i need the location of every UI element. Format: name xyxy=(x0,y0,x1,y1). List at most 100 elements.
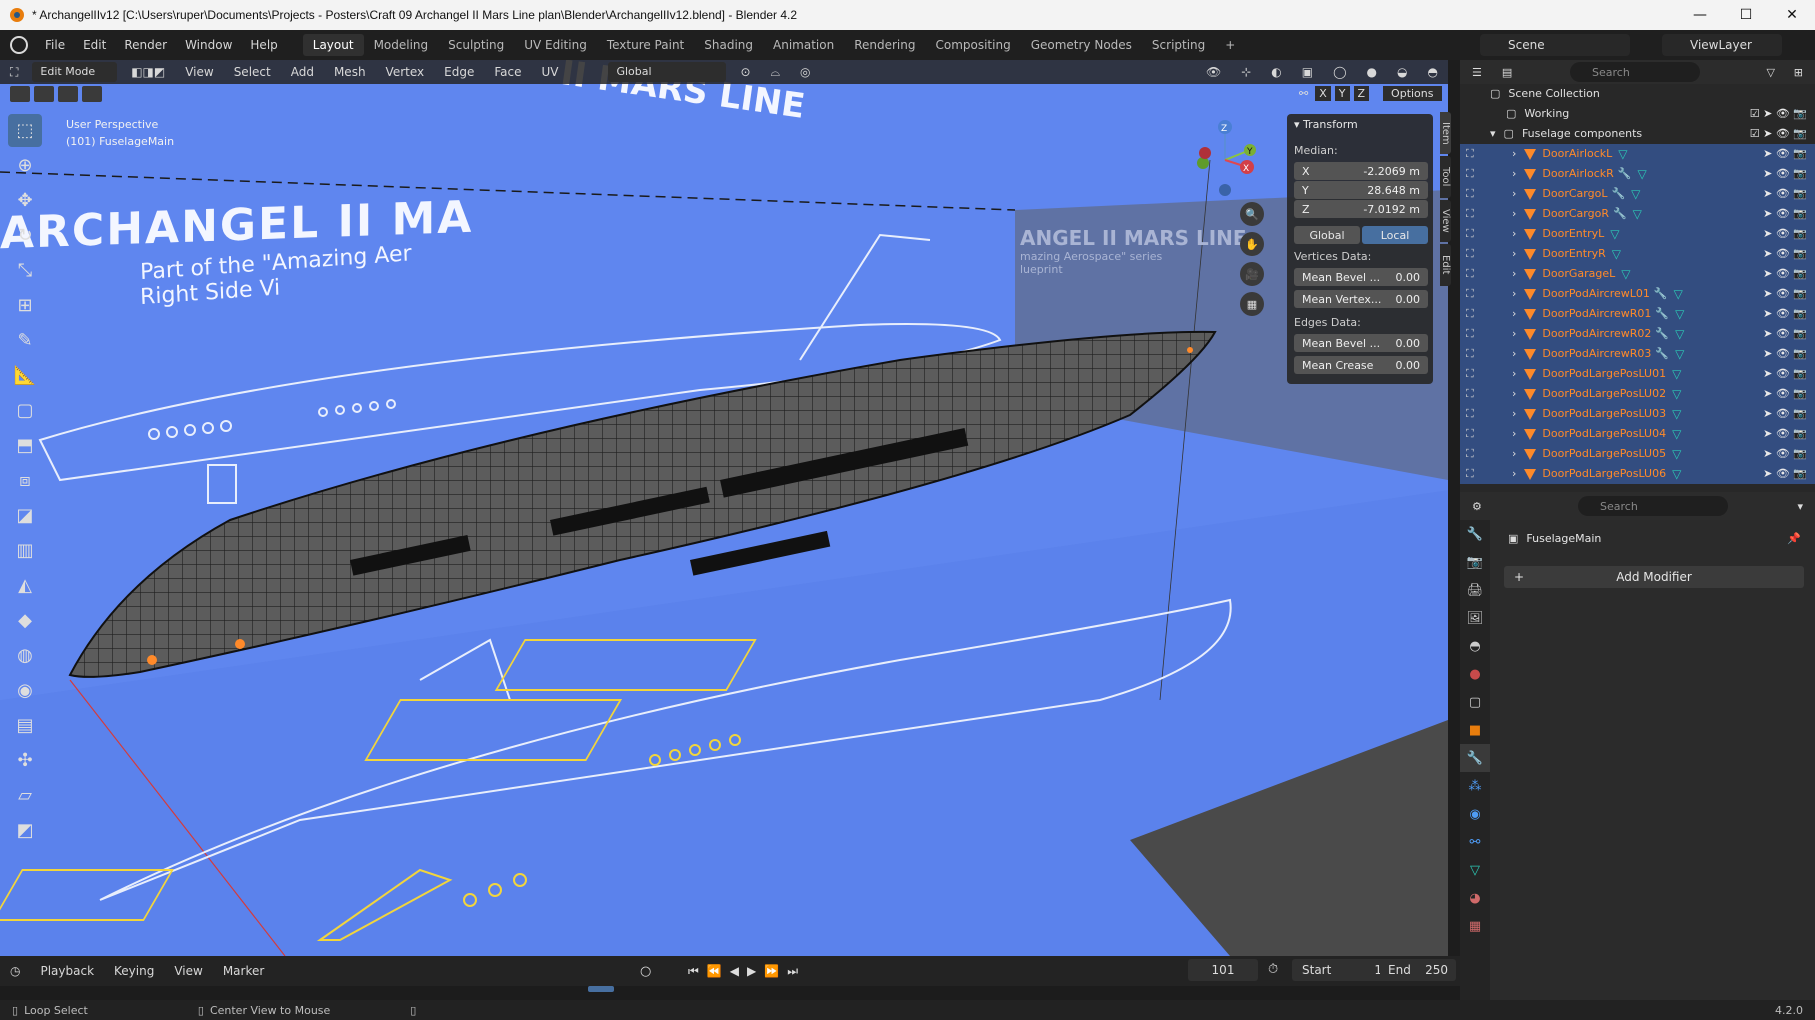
mesh-data-badge-icon[interactable]: ▽ xyxy=(1674,284,1683,304)
orientation-dropdown[interactable]: Global xyxy=(608,62,727,82)
axis-y-toggle[interactable]: Y xyxy=(1334,86,1350,101)
modifier-wrench-icon[interactable]: 🔧 xyxy=(1654,284,1668,304)
expand-arrow-icon[interactable]: ▾ xyxy=(1490,124,1496,144)
expand-arrow-icon[interactable]: › xyxy=(1512,424,1516,444)
object-toggles[interactable]: ➤ 👁 📷 xyxy=(1763,204,1807,224)
camera-icon[interactable]: 🎥 xyxy=(1240,262,1264,286)
expand-arrow-icon[interactable]: › xyxy=(1512,244,1516,264)
outliner-object-row[interactable]: ⛶ › DoorPodAircrewR01 🔧 ▽ ➤ 👁 📷 xyxy=(1460,304,1815,324)
mesh-data-badge-icon[interactable]: ▽ xyxy=(1675,304,1684,324)
outliner-object-row[interactable]: ⛶ › DoorPodAircrewR03 🔧 ▽ ➤ 👁 📷 xyxy=(1460,344,1815,364)
expand-arrow-icon[interactable]: › xyxy=(1512,164,1516,184)
menu-edit[interactable]: Edit xyxy=(74,34,115,56)
timeline-ruler[interactable] xyxy=(0,986,1460,1000)
outliner-object-row[interactable]: ⛶ › DoorAirlockL ▽ ➤ 👁 📷 xyxy=(1460,144,1815,164)
play-reverse-icon[interactable]: ◀ xyxy=(730,964,739,979)
object-toggles[interactable]: ➤ 👁 📷 xyxy=(1763,344,1807,364)
loop-cut-tool-icon[interactable]: ▥ xyxy=(8,534,42,567)
object-tab-icon[interactable]: ■ xyxy=(1460,716,1490,744)
outliner-object-row[interactable]: ⛶ › DoorEntryR ▽ ➤ 👁 📷 xyxy=(1460,244,1815,264)
mesh-data-badge-icon[interactable]: ▽ xyxy=(1672,404,1681,424)
object-select-icon[interactable]: ⛶ xyxy=(1466,224,1474,244)
poly-build-tool-icon[interactable]: ◆ xyxy=(8,604,42,637)
properties-search[interactable]: Search xyxy=(1578,496,1728,516)
timeline-view-menu[interactable]: View xyxy=(164,964,212,978)
collection-row-working[interactable]: ▢ Working ☑ ➤ 👁 📷 xyxy=(1460,104,1815,124)
filter-icon[interactable]: ▽ xyxy=(1767,66,1775,79)
collection-toggles[interactable]: ☑ ➤ 👁 📷 xyxy=(1750,124,1807,144)
scene-collection-row[interactable]: ▢ Scene Collection xyxy=(1460,84,1815,104)
vp-menu-mesh[interactable]: Mesh xyxy=(324,62,376,82)
display-mode-icon[interactable]: ▤ xyxy=(1502,66,1512,79)
object-select-icon[interactable]: ⛶ xyxy=(1466,284,1474,304)
vp-menu-face[interactable]: Face xyxy=(484,62,531,82)
world-tab-icon[interactable]: ● xyxy=(1460,660,1490,688)
object-select-icon[interactable]: ⛶ xyxy=(1466,424,1474,444)
expand-arrow-icon[interactable]: › xyxy=(1512,364,1516,384)
object-toggles[interactable]: ➤ 👁 📷 xyxy=(1763,464,1807,484)
transform-header[interactable]: ▾ Transform xyxy=(1294,118,1358,131)
modifier-wrench-icon[interactable]: 🔧 xyxy=(1655,324,1669,344)
object-toggles[interactable]: ➤ 👁 📷 xyxy=(1763,144,1807,164)
move-tool-icon[interactable]: ✥ xyxy=(8,184,42,217)
tab-animation[interactable]: Animation xyxy=(763,34,844,56)
vp-menu-vertex[interactable]: Vertex xyxy=(376,62,435,82)
properties-editor-icon[interactable]: ⚙ xyxy=(1472,500,1482,513)
maximize-button[interactable]: ☐ xyxy=(1723,0,1769,30)
grid-view-icon[interactable]: ▦ xyxy=(1240,292,1264,316)
tab-geometry-nodes[interactable]: Geometry Nodes xyxy=(1021,34,1142,56)
mesh-data-badge-icon[interactable]: ▽ xyxy=(1621,264,1630,284)
pivot-icon[interactable]: ⊙ xyxy=(730,62,760,82)
playhead[interactable] xyxy=(588,986,614,992)
expand-arrow-icon[interactable]: › xyxy=(1512,344,1516,364)
mean-bevel-edge-field[interactable]: Mean Bevel ... 0.00 xyxy=(1294,334,1428,352)
measure-tool-icon[interactable]: 📐 xyxy=(8,359,42,392)
median-x-field[interactable]: X -2.2069 m xyxy=(1294,162,1428,180)
data-tab-icon[interactable]: ▽ xyxy=(1460,856,1490,884)
mesh-data-badge-icon[interactable]: ▽ xyxy=(1675,324,1684,344)
shading-solid-icon[interactable]: ● xyxy=(1357,62,1387,82)
particles-tab-icon[interactable]: ⁂ xyxy=(1460,772,1490,800)
object-select-icon[interactable]: ⛶ xyxy=(1466,404,1474,424)
marker-menu[interactable]: Marker xyxy=(213,964,274,978)
close-button[interactable]: ✕ xyxy=(1769,0,1815,30)
extrude-tool-icon[interactable]: ⬒ xyxy=(8,429,42,462)
constraints-tab-icon[interactable]: ⚯ xyxy=(1460,828,1490,856)
mirror-icon[interactable]: ⚯ xyxy=(1296,87,1311,100)
play-icon[interactable]: ▶ xyxy=(747,964,756,979)
object-select-icon[interactable]: ⛶ xyxy=(1466,384,1474,404)
object-toggles[interactable]: ➤ 👁 📷 xyxy=(1763,304,1807,324)
tab-rendering[interactable]: Rendering xyxy=(844,34,925,56)
expand-arrow-icon[interactable]: › xyxy=(1512,464,1516,484)
visibility-icon[interactable]: 👁 xyxy=(1196,62,1231,82)
start-frame-field[interactable]: Start 1 xyxy=(1292,959,1392,981)
transform-tool-icon[interactable]: ⊞ xyxy=(8,289,42,322)
vp-menu-uv[interactable]: UV xyxy=(531,62,568,82)
mesh-data-badge-icon[interactable]: ▽ xyxy=(1672,444,1681,464)
modifier-wrench-icon[interactable]: 🔧 xyxy=(1655,344,1669,364)
expand-arrow-icon[interactable]: › xyxy=(1512,144,1516,164)
expand-arrow-icon[interactable]: › xyxy=(1512,204,1516,224)
menu-help[interactable]: Help xyxy=(241,34,286,56)
modifier-wrench-icon[interactable]: 🔧 xyxy=(1618,164,1632,184)
object-select-icon[interactable]: ⛶ xyxy=(1466,324,1474,344)
vp-menu-add[interactable]: Add xyxy=(281,62,324,82)
current-frame-field[interactable]: 101 xyxy=(1188,959,1258,981)
object-toggles[interactable]: ➤ 👁 📷 xyxy=(1763,444,1807,464)
object-toggles[interactable]: ➤ 👁 📷 xyxy=(1763,184,1807,204)
outliner-object-row[interactable]: ⛶ › DoorEntryL ▽ ➤ 👁 📷 xyxy=(1460,224,1815,244)
object-toggles[interactable]: ➤ 👁 📷 xyxy=(1763,324,1807,344)
expand-arrow-icon[interactable]: › xyxy=(1512,404,1516,424)
tab-texture-paint[interactable]: Texture Paint xyxy=(597,34,694,56)
pan-hand-icon[interactable]: ✋ xyxy=(1240,232,1264,256)
shading-rendered-icon[interactable]: ◓ xyxy=(1418,62,1448,82)
mesh-data-badge-icon[interactable]: ▽ xyxy=(1631,184,1640,204)
outliner-object-row[interactable]: ⛶ › DoorPodLargePosLU03 ▽ ➤ 👁 📷 xyxy=(1460,404,1815,424)
outliner-object-row[interactable]: ⛶ › DoorCargoL 🔧 ▽ ➤ 👁 📷 xyxy=(1460,184,1815,204)
select-extend-icon[interactable] xyxy=(34,86,54,102)
view-layer-tab-icon[interactable]: 🖼 xyxy=(1460,604,1490,632)
mesh-data-badge-icon[interactable]: ▽ xyxy=(1672,384,1681,404)
object-toggles[interactable]: ➤ 👁 📷 xyxy=(1763,284,1807,304)
spin-tool-icon[interactable]: ◍ xyxy=(8,639,42,672)
tab-layout[interactable]: Layout xyxy=(302,34,364,56)
